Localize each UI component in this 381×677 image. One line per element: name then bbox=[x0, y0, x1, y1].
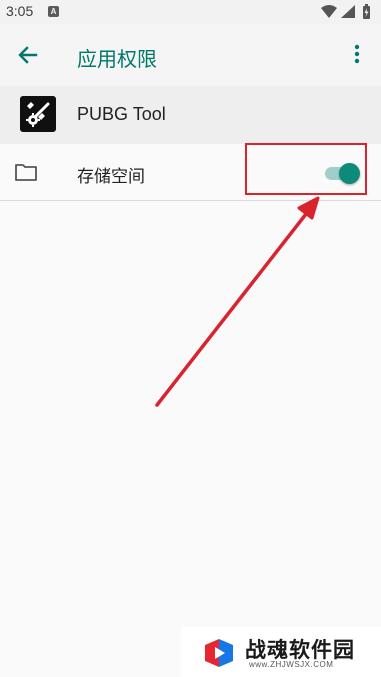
more-options-button[interactable] bbox=[347, 43, 367, 67]
screen: 3:05 A 应用权限 PUBG Tool 存储空间 战魂软件园 www.ZHJ… bbox=[0, 0, 381, 677]
arrow-left-icon bbox=[18, 46, 38, 64]
divider bbox=[0, 200, 381, 201]
watermark: 战魂软件园 www.ZHJWSJX.COM bbox=[181, 627, 381, 677]
more-vert-icon bbox=[354, 44, 360, 64]
page-title: 应用权限 bbox=[77, 47, 157, 71]
back-button[interactable] bbox=[14, 41, 42, 69]
annotation-highlight-box bbox=[245, 143, 367, 195]
notification-icon: A bbox=[48, 6, 59, 17]
app-icon bbox=[20, 96, 56, 132]
signal-icon bbox=[341, 5, 355, 18]
folder-icon bbox=[15, 164, 37, 181]
battery-icon bbox=[363, 4, 370, 19]
watermark-url: www.ZHJWSJX.COM bbox=[249, 660, 334, 669]
watermark-logo-icon bbox=[205, 639, 233, 667]
status-icons bbox=[321, 4, 373, 20]
app-bar: 应用权限 bbox=[0, 24, 381, 86]
status-bar: 3:05 A bbox=[0, 0, 381, 24]
app-header: PUBG Tool bbox=[0, 86, 381, 144]
app-name: PUBG Tool bbox=[77, 104, 166, 124]
wrench-gear-icon bbox=[26, 102, 50, 127]
status-time: 3:05 bbox=[6, 3, 34, 19]
permission-label: 存储空间 bbox=[77, 167, 145, 187]
wifi-icon bbox=[321, 5, 337, 18]
